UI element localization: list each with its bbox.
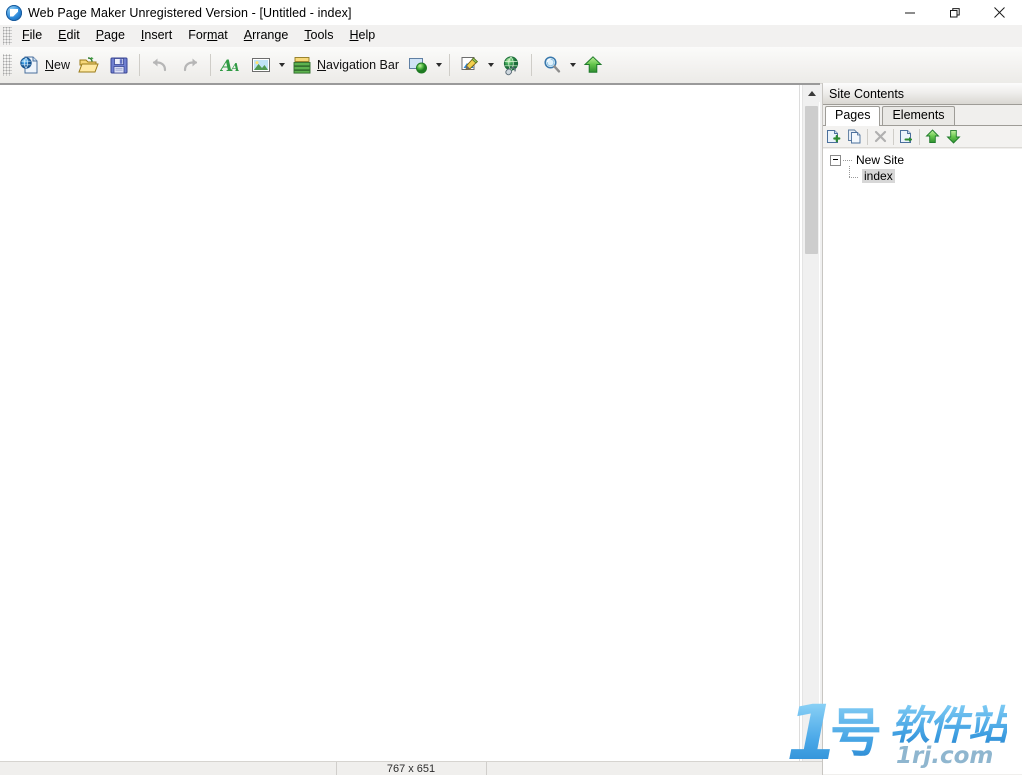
svg-text:A: A [230,61,240,74]
site-contents-panel: Site Contents Pages Elements New Site in… [822,83,1022,775]
menu-item-help[interactable]: Help [341,26,383,46]
window-title: Web Page Maker Unregistered Version - [U… [28,5,352,20]
menu-item-arrange[interactable]: Arrange [236,26,296,46]
toolbar-separator [139,54,141,76]
effects-pen-icon [461,57,478,70]
status-bar: 767 x 651 [0,761,822,775]
site-contents-title: Site Contents [829,86,905,101]
hyperlink-button[interactable] [496,50,526,80]
tree-child-label: index [862,169,895,183]
page-properties-button[interactable] [896,127,917,147]
magnifier-preview-icon [544,56,561,73]
site-contents-toolbar [823,126,1022,148]
site-contents-tabs: Pages Elements [823,106,1022,126]
toolbar-separator [531,54,533,76]
app-logo-icon [6,4,22,21]
window-controls [887,0,1022,25]
delete-page-button[interactable] [870,127,891,147]
tree-node-index[interactable]: index [823,165,1022,184]
new-button-label: New [45,58,71,72]
insert-text-button[interactable]: A A [216,50,246,80]
tab-pages[interactable]: Pages [825,106,881,126]
menu-item-format[interactable]: Format [180,26,236,46]
dock-toolbar-separator [919,128,920,145]
tree-collapse-icon[interactable] [830,154,841,166]
image-icon [252,58,271,72]
arrow-down-icon [946,129,961,144]
menu-item-insert[interactable]: Insert [133,26,180,46]
upload-arrow-icon [583,56,603,73]
minimize-button[interactable] [887,0,932,25]
move-up-button[interactable] [922,127,943,147]
canvas-vertical-scrollbar[interactable] [802,85,820,761]
arrow-up-icon [925,129,940,144]
insert-object-dropdown-arrow[interactable] [433,53,444,77]
object-shape-icon [409,58,428,74]
scroll-up-arrow-icon[interactable] [803,85,820,102]
main-toolbar: New A A Navigation Bar [0,47,1022,84]
new-page-icon [20,56,38,74]
toolbar-separator [449,54,451,76]
menu-item-page[interactable]: Page [88,26,133,46]
page-canvas[interactable] [1,85,800,761]
globe-link-icon [503,56,519,76]
status-extra [487,762,823,775]
preview-button[interactable] [537,50,567,80]
menu-item-file[interactable]: File [14,26,50,46]
undo-icon [152,58,167,72]
menu-grip-handle[interactable] [3,27,12,45]
dock-toolbar-separator [867,128,868,145]
add-page-button[interactable] [823,127,844,147]
page-properties-icon [900,130,912,143]
new-page-button[interactable]: New [15,50,74,80]
duplicate-page-button[interactable] [844,127,865,147]
restore-button[interactable] [932,0,977,25]
toolbar-grip-handle[interactable] [3,54,12,76]
menu-item-edit[interactable]: Edit [50,26,88,46]
close-button[interactable] [977,0,1022,25]
scroll-down-arrow-icon[interactable] [803,744,820,761]
tree-elbow-connector [847,165,860,183]
move-down-button[interactable] [943,127,964,147]
dock-toolbar-separator [893,128,894,145]
title-bar: Web Page Maker Unregistered Version - [U… [0,0,1022,25]
tree-node-root[interactable]: New Site [823,152,1022,168]
redo-icon [183,58,198,72]
workspace [0,83,820,761]
site-contents-header: Site Contents [823,83,1022,105]
navigation-bar-icon [293,57,311,74]
menu-bar: File Edit Page Insert Format Arrange Too… [0,25,1022,48]
tree-connector [843,159,852,161]
effects-button[interactable] [455,50,485,80]
insert-object-button[interactable] [403,50,433,80]
site-pages-tree[interactable]: New Site index [823,149,1022,774]
duplicate-page-icon [848,129,861,144]
menu-item-tools[interactable]: Tools [296,26,341,46]
redo-button[interactable] [175,50,205,80]
undo-button[interactable] [145,50,175,80]
open-folder-icon [78,57,99,73]
status-page-size: 767 x 651 [337,762,487,775]
open-button[interactable] [74,50,104,80]
add-page-icon [827,130,841,143]
preview-dropdown-arrow[interactable] [567,53,578,77]
status-message [0,762,337,775]
publish-button[interactable] [578,50,608,80]
floppy-save-icon [110,57,128,74]
effects-dropdown-arrow[interactable] [485,53,496,77]
navigation-bar-button[interactable]: Navigation Bar [287,50,403,80]
insert-image-dropdown-arrow[interactable] [276,53,287,77]
tree-root-label: New Site [856,153,905,167]
toolbar-separator [210,54,212,76]
application-window: Web Page Maker Unregistered Version - [U… [0,0,1022,775]
insert-image-button[interactable] [246,50,276,80]
delete-x-icon [874,130,887,143]
navigation-bar-label: Navigation Bar [317,58,400,72]
save-button[interactable] [104,50,134,80]
vertical-scroll-thumb[interactable] [805,106,818,254]
text-aa-icon: A A [220,56,240,75]
tab-elements[interactable]: Elements [882,106,955,125]
